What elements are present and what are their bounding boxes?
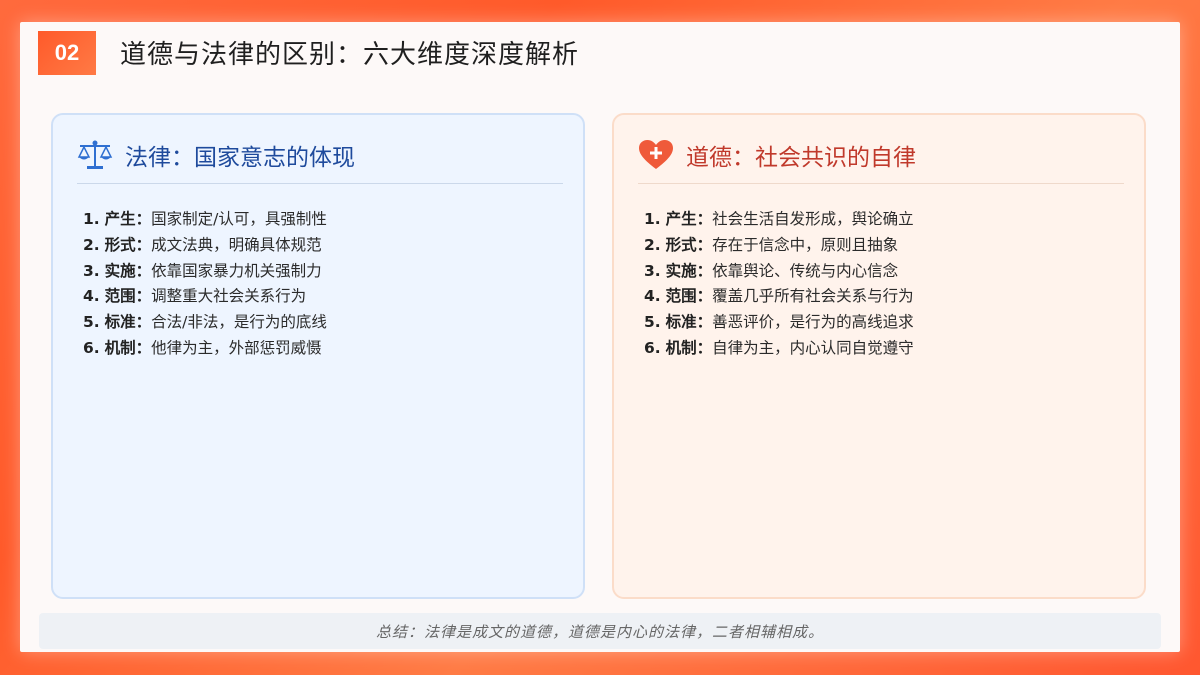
summary-bar: 总结：法律是成文的道德，道德是内心的法律，二者相辅相成。	[39, 613, 1161, 649]
moral-list: 1. 产生：社会生活自发形成，舆论确立 2. 形式：存在于信念中，原则且抽象 3…	[644, 207, 914, 362]
list-item: 3. 实施：依靠舆论、传统与内心信念	[644, 261, 899, 280]
list-item: 4. 范围：覆盖几乎所有社会关系与行为	[644, 287, 914, 306]
list-item: 6. 机制：他律为主，外部惩罚威慑	[83, 338, 322, 357]
list-item: 1. 产生：国家制定/认可，具强制性	[83, 210, 327, 228]
list-item: 4. 范围：调整重大社会关系行为	[83, 287, 307, 306]
moral-card: 道德：社会共识的自律 1. 产生：社会生活自发形成，舆论确立 2. 形式：存在于…	[612, 113, 1146, 599]
moral-divider	[638, 183, 1124, 184]
list-item: 3. 实施：依靠国家暴力机关强制力	[83, 261, 322, 280]
law-card: 法律：国家意志的体现 1. 产生：国家制定/认可，具强制性 2. 形式：成文法典…	[51, 113, 585, 599]
law-card-header: 法律：国家意志的体现	[77, 137, 355, 173]
list-item: 1. 产生：社会生活自发形成，舆论确立	[644, 210, 914, 228]
moral-card-title: 道德：社会共识的自律	[686, 145, 916, 171]
list-item: 5. 标准：合法/非法，是行为的底线	[83, 313, 327, 332]
list-item: 5. 标准：善恶评价，是行为的高线追求	[644, 313, 914, 332]
scales-icon	[77, 137, 113, 173]
list-item: 2. 形式：成文法典，明确具体规范	[83, 235, 322, 254]
law-card-title: 法律：国家意志的体现	[125, 145, 355, 171]
section-badge: 02	[38, 31, 96, 75]
law-list: 1. 产生：国家制定/认可，具强制性 2. 形式：成文法典，明确具体规范 3. …	[83, 207, 327, 362]
moral-card-header: 道德：社会共识的自律	[638, 137, 916, 173]
heart-plus-icon	[638, 137, 674, 173]
law-divider	[77, 183, 563, 184]
list-item: 2. 形式：存在于信念中，原则且抽象	[644, 235, 899, 254]
page-title: 道德与法律的区别：六大维度深度解析	[120, 40, 580, 70]
list-item: 6. 机制：自律为主，内心认同自觉遵守	[644, 338, 914, 357]
